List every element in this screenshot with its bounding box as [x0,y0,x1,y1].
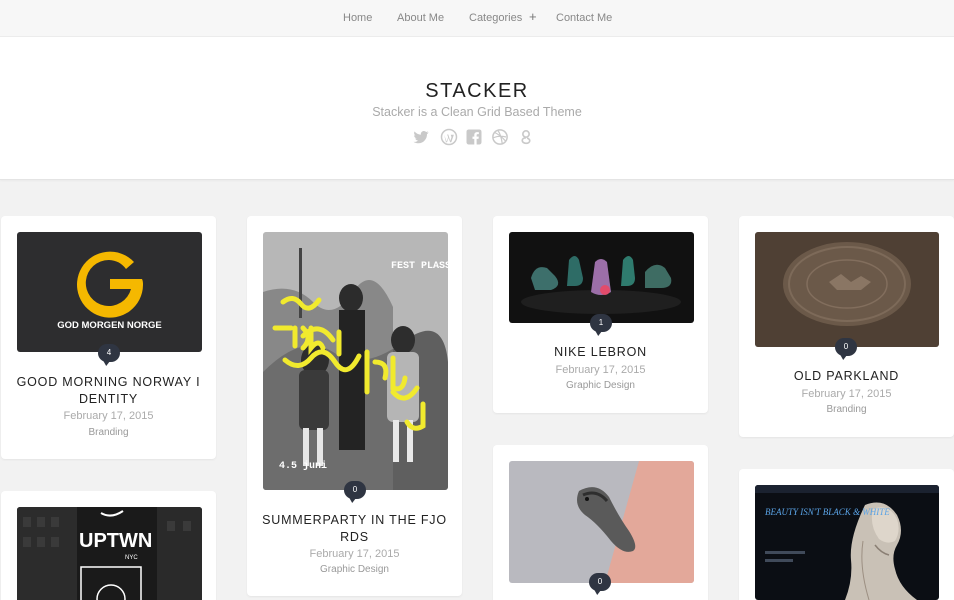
top-navigation: Home About Me Categories + Contact Me [0,0,954,37]
nav-contact-me[interactable]: Contact Me [556,12,612,24]
nav-about-me[interactable]: About Me [397,12,444,24]
post-thumbnail[interactable] [755,232,939,347]
comment-count-bubble[interactable]: 0 [835,338,857,356]
post-card: UPTWN NYC [1,491,216,600]
twitter-icon[interactable] [412,128,430,146]
nav-home[interactable]: Home [343,12,372,24]
poster-text: FEST PLASSEN I KORDIEI [391,261,448,272]
thumb-logo-text: GOD MORGEN NORGE [57,320,162,331]
comment-count-bubble[interactable]: 1 [590,314,612,332]
post-category[interactable]: Graphic Design [493,380,708,391]
site-header: STACKER Stacker is a Clean Grid Based Th… [0,37,954,180]
post-card: FEST PLASSEN I KORDIEI 4.5 juni 0 SUMMER… [247,216,462,596]
post-card: 0 [493,445,708,600]
post-category[interactable]: Branding [1,427,216,438]
post-category[interactable]: Branding [739,404,954,415]
post-card: 0 OLD PARKLAND February 17, 2015 Brandin… [739,216,954,437]
post-date: February 17, 2015 [801,388,892,400]
poster-subtext: NYC [125,555,138,561]
post-card: GOD MORGEN NORGE 4 GOOD MORNING NORWAY I… [1,216,216,459]
google-plus-icon[interactable] [517,128,535,146]
facebook-icon[interactable] [465,128,483,146]
poster-date-text: 4.5 juni [279,460,327,472]
post-title[interactable]: NIKE LEBRON [503,344,698,361]
post-date: February 17, 2015 [309,548,400,560]
poster-text: UPTWN [79,530,152,552]
post-thumbnail[interactable]: GOD MORGEN NORGE [17,232,202,352]
poster-text: BEAUTY ISN'T BLACK & WHITE [765,507,890,517]
post-thumbnail[interactable]: UPTWN NYC [17,507,202,600]
post-title[interactable]: GOOD MORNING NORWAY I DENTITY [11,374,206,408]
post-card: BEAUTY ISN'T BLACK & WHITE [739,469,954,600]
post-date: February 17, 2015 [555,364,646,376]
site-title[interactable]: STACKER [0,80,954,103]
comment-count-bubble[interactable]: 4 [98,344,120,362]
post-thumbnail[interactable]: BEAUTY ISN'T BLACK & WHITE [755,485,939,600]
site-tagline: Stacker is a Clean Grid Based Theme [372,105,582,119]
post-thumbnail[interactable] [509,232,694,323]
nav-categories[interactable]: Categories [469,12,522,24]
categories-expand-icon[interactable]: + [529,9,537,24]
post-title[interactable]: OLD PARKLAND [749,368,944,385]
comment-count-bubble[interactable]: 0 [344,481,366,499]
comment-count-bubble[interactable]: 0 [589,573,611,591]
post-thumbnail[interactable]: FEST PLASSEN I KORDIEI 4.5 juni [263,232,448,490]
wordpress-icon[interactable] [440,128,458,146]
post-date: February 17, 2015 [63,410,154,422]
post-thumbnail[interactable] [509,461,694,583]
post-card: 1 NIKE LEBRON February 17, 2015 Graphic … [493,216,708,413]
post-title[interactable]: SUMMERPARTY IN THE FJO RDS [257,512,452,546]
dribbble-icon[interactable] [491,128,509,146]
post-category[interactable]: Graphic Design [247,564,462,575]
